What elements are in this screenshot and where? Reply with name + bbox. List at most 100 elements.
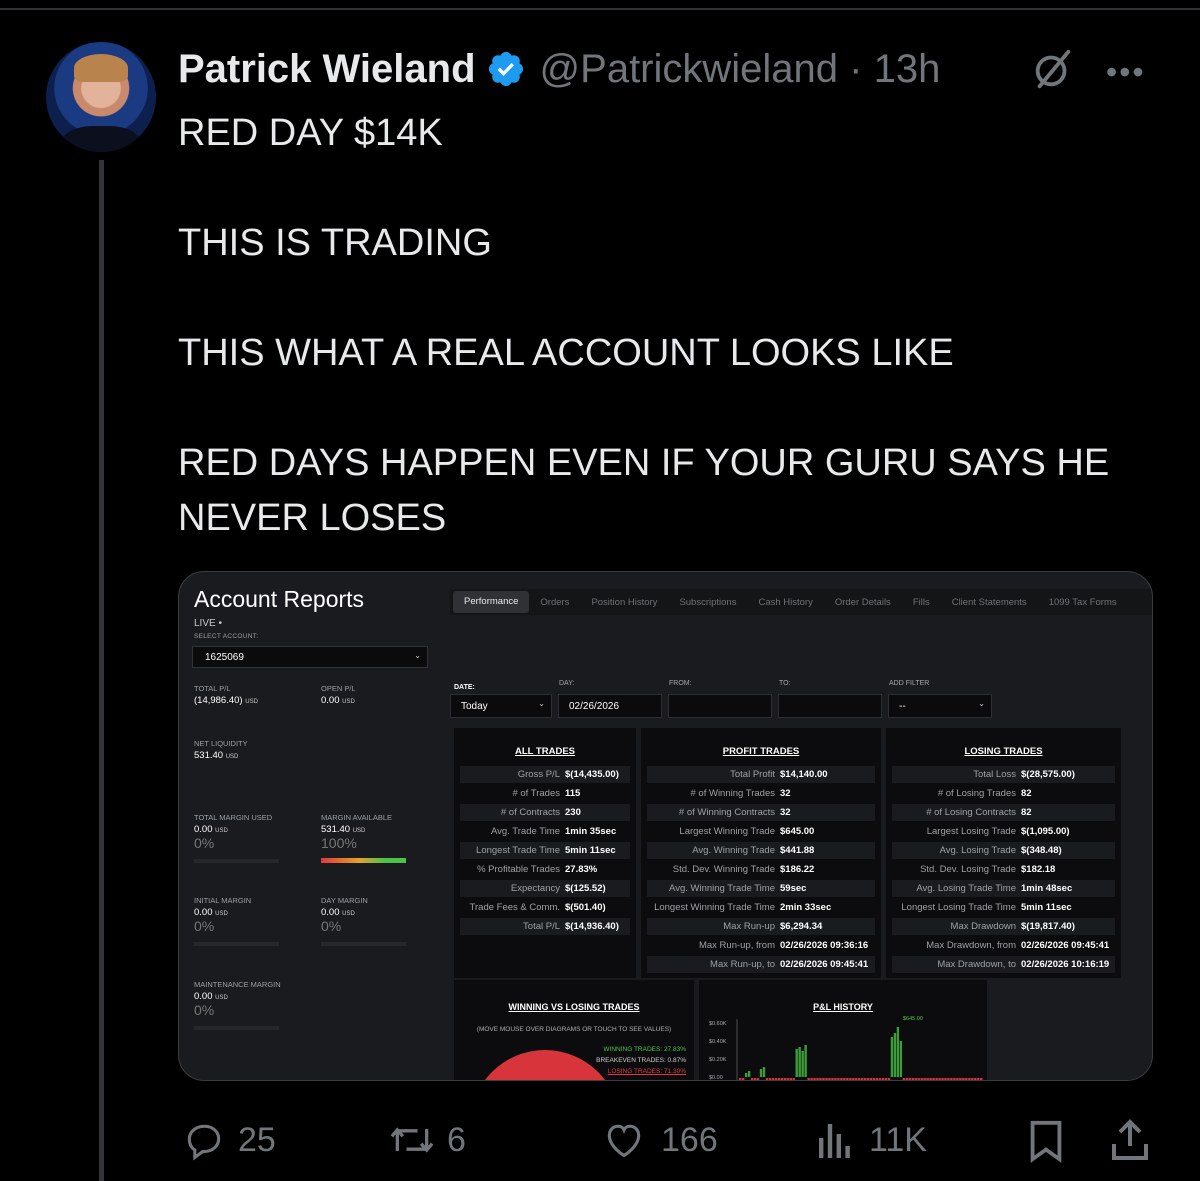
timestamp[interactable]: 13h (874, 47, 941, 91)
pl-bar-loss[interactable] (810, 1078, 813, 1081)
add-filter-select[interactable]: -- ⌄ (888, 694, 992, 718)
pl-bar-win[interactable] (747, 1071, 751, 1077)
pl-bar-loss[interactable] (765, 1078, 769, 1081)
pl-bar-loss[interactable] (929, 1078, 932, 1081)
pl-bar-loss[interactable] (947, 1078, 950, 1081)
pl-bar-loss[interactable] (911, 1078, 914, 1081)
pl-bar-loss[interactable] (831, 1078, 834, 1081)
author-handle[interactable]: @Patrickwieland · 13h (540, 47, 941, 92)
pl-bar-loss[interactable] (750, 1078, 754, 1081)
pl-bar-loss[interactable] (959, 1078, 962, 1081)
pl-bar-loss[interactable] (780, 1078, 784, 1081)
pl-bar-loss[interactable] (941, 1078, 944, 1081)
pl-bar-loss[interactable] (968, 1078, 971, 1081)
tab-fills[interactable]: Fills (902, 597, 941, 608)
pl-bar-loss[interactable] (944, 1078, 947, 1081)
pl-bar-win[interactable] (804, 1045, 807, 1077)
pl-bar-loss[interactable] (777, 1078, 781, 1081)
pl-bar-win[interactable] (798, 1047, 801, 1077)
pl-bar-loss[interactable] (926, 1078, 929, 1081)
pl-bar-loss[interactable] (861, 1078, 864, 1081)
pl-bar-loss[interactable] (878, 1078, 882, 1081)
repost-button[interactable]: 6 (385, 1118, 466, 1162)
tab-subscriptions[interactable]: Subscriptions (668, 597, 747, 608)
pl-bar-loss[interactable] (971, 1078, 974, 1081)
pl-bar-loss[interactable] (771, 1078, 775, 1081)
like-button[interactable]: 166 (601, 1118, 718, 1162)
pl-bar-loss[interactable] (849, 1078, 852, 1081)
pl-bar-loss[interactable] (739, 1078, 742, 1081)
bookmark-button[interactable] (1026, 1118, 1066, 1164)
reply-button[interactable]: 25 (180, 1118, 276, 1162)
pl-bar-loss[interactable] (956, 1078, 959, 1081)
pl-bar-win[interactable] (759, 1069, 763, 1077)
share-button[interactable] (1108, 1116, 1152, 1164)
pl-bar-loss[interactable] (905, 1078, 909, 1081)
pl-bar-loss[interactable] (980, 1078, 983, 1081)
pl-bar-loss[interactable] (962, 1078, 965, 1081)
verified-badge-icon[interactable] (486, 49, 526, 89)
pl-bar-loss[interactable] (965, 1078, 968, 1081)
pl-bar-loss[interactable] (756, 1078, 760, 1081)
pl-bar-loss[interactable] (855, 1078, 858, 1081)
pl-bar-loss[interactable] (872, 1078, 876, 1081)
pl-bar-win[interactable] (899, 1041, 903, 1077)
pl-bar-loss[interactable] (741, 1078, 745, 1081)
pl-bar-loss[interactable] (813, 1078, 816, 1081)
attached-screenshot[interactable]: Account Reports LIVE • SELECT ACCOUNT: 1… (178, 571, 1153, 1081)
pl-bar-loss[interactable] (783, 1078, 787, 1081)
pl-bar-loss[interactable] (881, 1078, 885, 1081)
pl-bar-loss[interactable] (774, 1078, 778, 1081)
pl-bar-win[interactable] (896, 1027, 900, 1077)
pl-bar-loss[interactable] (887, 1078, 891, 1081)
tab-cash-history[interactable]: Cash History (747, 597, 823, 608)
avatar[interactable] (46, 42, 156, 152)
pl-bar-win[interactable] (893, 1033, 897, 1077)
pl-bar-loss[interactable] (923, 1078, 926, 1081)
tab-client-statements[interactable]: Client Statements (941, 597, 1038, 608)
pl-bar-loss[interactable] (792, 1078, 795, 1081)
pl-bar-loss[interactable] (789, 1078, 792, 1081)
pl-bar-loss[interactable] (840, 1078, 843, 1081)
pl-bar-loss[interactable] (753, 1078, 757, 1081)
pl-bar-loss[interactable] (828, 1078, 831, 1081)
pl-bar-loss[interactable] (822, 1078, 825, 1081)
from-input[interactable] (668, 694, 772, 718)
pl-bar-win[interactable] (801, 1051, 804, 1077)
tab-1099-tax-forms[interactable]: 1099 Tax Forms (1038, 597, 1128, 608)
pl-bar-loss[interactable] (977, 1078, 980, 1081)
pl-bar-loss[interactable] (866, 1078, 870, 1081)
pl-bar-win[interactable] (795, 1049, 798, 1077)
day-input[interactable]: 02/26/2026 (558, 694, 662, 718)
pl-bar-loss[interactable] (807, 1078, 810, 1081)
pl-bar-loss[interactable] (902, 1078, 906, 1081)
author-name[interactable]: Patrick Wieland (178, 47, 476, 92)
pl-bar-loss[interactable] (768, 1078, 772, 1081)
pl-bar-loss[interactable] (884, 1078, 888, 1081)
pl-history-chart[interactable]: $0.60K $0.40K $0.20K $0.00 $645.00 (699, 980, 987, 1081)
pl-bar-loss[interactable] (950, 1078, 953, 1081)
pl-bar-loss[interactable] (858, 1078, 861, 1081)
tab-orders[interactable]: Orders (529, 597, 580, 608)
pl-bar-loss[interactable] (816, 1078, 819, 1081)
pl-bar-loss[interactable] (974, 1078, 977, 1081)
pl-bar-loss[interactable] (920, 1078, 923, 1081)
pl-bar-loss[interactable] (875, 1078, 879, 1081)
pl-bar-loss[interactable] (938, 1078, 941, 1081)
account-select[interactable]: 1625069 ⌄ (192, 646, 428, 668)
grok-icon[interactable] (1030, 46, 1076, 92)
pl-bar-loss[interactable] (869, 1078, 873, 1081)
date-filter-select[interactable]: Today ⌄ (450, 694, 552, 718)
pl-bar-loss[interactable] (843, 1078, 846, 1081)
pl-bar-loss[interactable] (908, 1078, 911, 1081)
pl-bar-loss[interactable] (819, 1078, 822, 1081)
pl-bar-loss[interactable] (846, 1078, 849, 1081)
tab-performance[interactable]: Performance (453, 591, 530, 613)
pl-bar-win[interactable] (890, 1037, 894, 1077)
pl-bar-loss[interactable] (786, 1078, 789, 1081)
pie-chart[interactable] (470, 1050, 620, 1080)
pl-bar-loss[interactable] (932, 1078, 935, 1081)
pl-bar-loss[interactable] (935, 1078, 938, 1081)
more-options-icon[interactable]: ••• (1106, 54, 1146, 91)
pl-bar-loss[interactable] (852, 1078, 855, 1081)
